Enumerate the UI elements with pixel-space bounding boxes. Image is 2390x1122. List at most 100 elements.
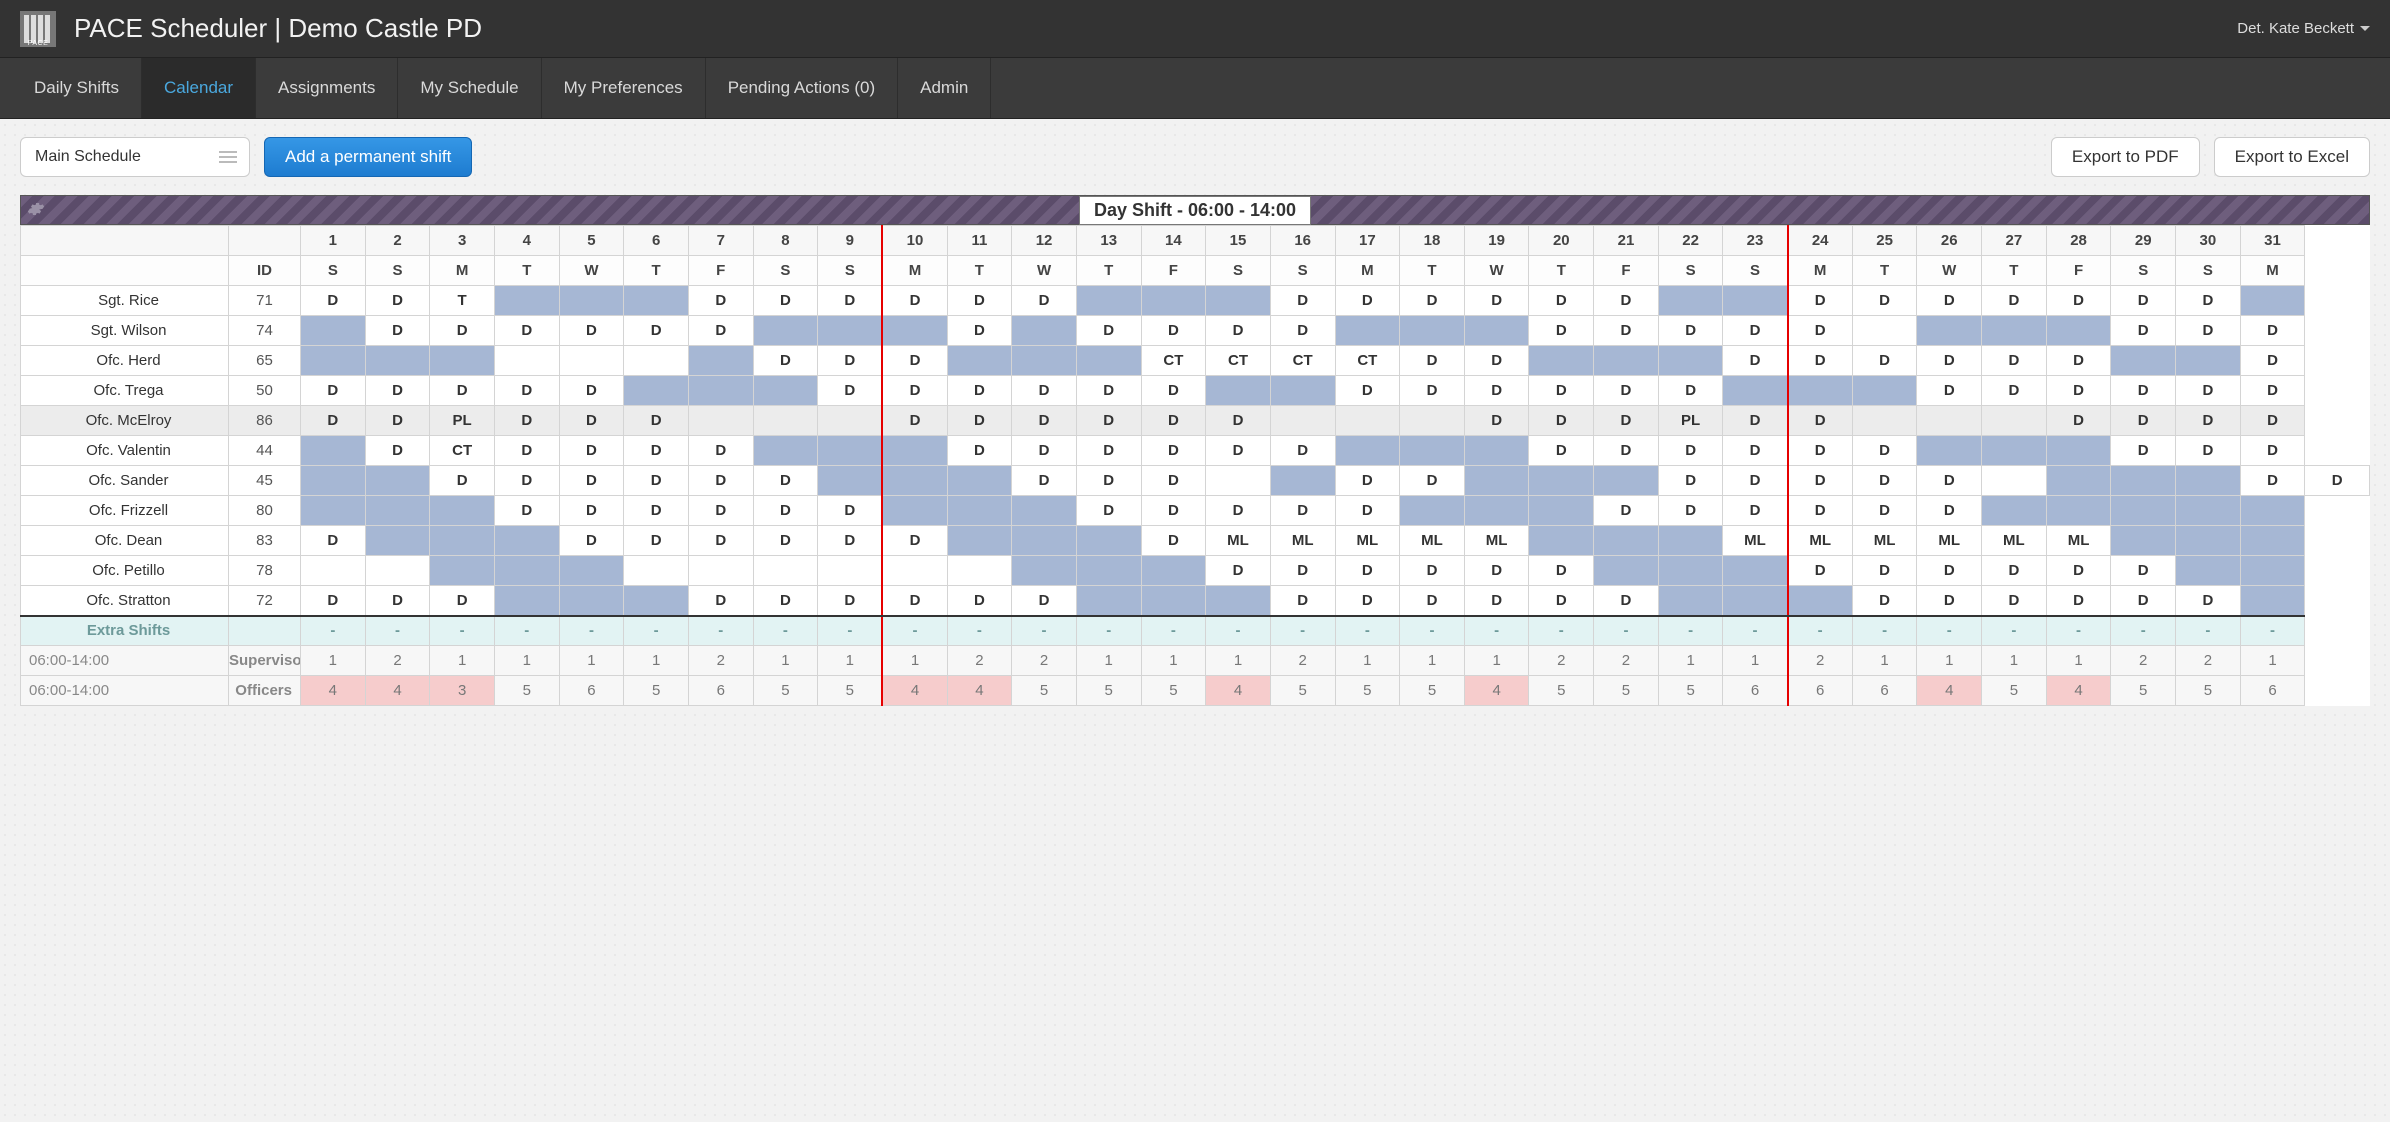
shift-cell[interactable]: D <box>1982 286 2047 316</box>
shift-cell[interactable]: D <box>1529 376 1594 406</box>
day-header[interactable]: 14 <box>1141 226 1206 256</box>
shift-cell[interactable]: D <box>1723 316 1788 346</box>
extra-cell[interactable]: - <box>882 616 947 646</box>
summary-cell[interactable]: 5 <box>1400 676 1465 706</box>
shift-cell-blank[interactable] <box>688 376 753 406</box>
summary-cell[interactable]: 2 <box>1270 646 1335 676</box>
shift-cell[interactable]: D <box>494 466 559 496</box>
shift-cell[interactable]: D <box>1270 496 1335 526</box>
summary-cell[interactable]: 1 <box>1141 646 1206 676</box>
shift-cell[interactable]: D <box>1982 346 2047 376</box>
export-pdf-button[interactable]: Export to PDF <box>2051 137 2200 177</box>
summary-cell[interactable]: 1 <box>1335 646 1400 676</box>
person-name[interactable]: Ofc. Stratton <box>21 586 229 616</box>
shift-cell[interactable]: D <box>1788 406 1853 436</box>
shift-cell[interactable]: D <box>1335 556 1400 586</box>
shift-cell[interactable]: D <box>818 526 883 556</box>
shift-cell[interactable]: D <box>1335 286 1400 316</box>
gear-icon[interactable] <box>27 200 47 220</box>
shift-cell[interactable]: D <box>1012 586 1077 616</box>
summary-cell[interactable]: 1 <box>882 646 947 676</box>
summary-cell[interactable]: 5 <box>1270 676 1335 706</box>
extra-cell[interactable]: - <box>1723 616 1788 646</box>
shift-cell[interactable]: D <box>1852 436 1917 466</box>
nav-item-pending-actions-0-[interactable]: Pending Actions (0) <box>706 58 898 118</box>
shift-cell[interactable]: D <box>1400 346 1465 376</box>
shift-cell-blank[interactable] <box>1658 556 1723 586</box>
summary-cell[interactable]: 2 <box>1012 646 1077 676</box>
shift-cell[interactable]: D <box>1723 496 1788 526</box>
shift-cell[interactable]: D <box>1012 436 1077 466</box>
shift-cell-blank[interactable] <box>430 346 495 376</box>
summary-cell[interactable]: 1 <box>1723 646 1788 676</box>
shift-cell[interactable]: D <box>1852 496 1917 526</box>
extra-cell[interactable]: - <box>1335 616 1400 646</box>
summary-cell[interactable]: 5 <box>1076 676 1141 706</box>
shift-cell[interactable]: D <box>1464 346 1529 376</box>
shift-cell-blank[interactable] <box>2240 556 2305 586</box>
person-name[interactable]: Ofc. Sander <box>21 466 229 496</box>
nav-item-calendar[interactable]: Calendar <box>142 58 256 118</box>
shift-cell-blank[interactable] <box>494 556 559 586</box>
shift-cell[interactable]: PL <box>430 406 495 436</box>
summary-cell[interactable]: 1 <box>1917 646 1982 676</box>
shift-cell-blank[interactable] <box>1270 466 1335 496</box>
shift-cell[interactable]: D <box>1076 376 1141 406</box>
shift-cell-blank[interactable] <box>2111 346 2176 376</box>
summary-cell[interactable]: 5 <box>624 676 689 706</box>
shift-cell[interactable]: D <box>1594 406 1659 436</box>
shift-cell-blank[interactable] <box>1723 586 1788 616</box>
shift-cell[interactable]: D <box>365 406 430 436</box>
summary-cell[interactable]: 1 <box>753 646 818 676</box>
shift-cell[interactable]: D <box>2046 556 2111 586</box>
shift-cell-blank[interactable] <box>1076 346 1141 376</box>
shift-cell-blank[interactable] <box>688 406 753 436</box>
shift-cell[interactable]: D <box>1723 466 1788 496</box>
shift-cell[interactable]: S <box>1982 466 2047 496</box>
shift-cell[interactable]: CT <box>1141 346 1206 376</box>
summary-cell[interactable]: 1 <box>1982 646 2047 676</box>
summary-cell[interactable]: 1 <box>624 646 689 676</box>
summary-cell[interactable]: 1 <box>2240 646 2305 676</box>
shift-cell[interactable]: D <box>1400 556 1465 586</box>
summary-cell[interactable]: 5 <box>1141 676 1206 706</box>
shift-cell-blank[interactable] <box>882 466 947 496</box>
shift-cell-blank[interactable] <box>1335 316 1400 346</box>
shift-cell[interactable]: D <box>753 286 818 316</box>
shift-cell[interactable]: D <box>559 466 624 496</box>
shift-cell-blank[interactable] <box>1400 436 1465 466</box>
shift-cell[interactable]: D <box>2111 586 2176 616</box>
shift-cell-blank[interactable] <box>365 466 430 496</box>
summary-cell[interactable]: 6 <box>1788 676 1853 706</box>
shift-cell-blank[interactable] <box>2046 436 2111 466</box>
shift-cell[interactable]: CT <box>1206 346 1271 376</box>
day-header[interactable]: 29 <box>2111 226 2176 256</box>
extra-cell[interactable]: - <box>559 616 624 646</box>
shift-cell[interactable]: D <box>947 436 1012 466</box>
shift-cell[interactable]: D <box>1529 406 1594 436</box>
shift-cell[interactable]: D <box>1076 436 1141 466</box>
shift-cell-blank[interactable] <box>1594 556 1659 586</box>
shift-cell[interactable]: S <box>1206 466 1271 496</box>
summary-cell[interactable]: 4 <box>882 676 947 706</box>
shift-cell-blank[interactable] <box>494 526 559 556</box>
extra-cell[interactable]: - <box>430 616 495 646</box>
summary-cell[interactable]: 2 <box>688 646 753 676</box>
shift-cell[interactable]: D <box>1788 286 1853 316</box>
shift-cell[interactable]: D <box>1852 286 1917 316</box>
shift-cell[interactable]: D <box>624 436 689 466</box>
shift-cell-blank[interactable] <box>753 406 818 436</box>
shift-cell[interactable]: D <box>2240 346 2305 376</box>
shift-cell-blank[interactable] <box>1788 376 1853 406</box>
shift-cell-blank[interactable] <box>818 406 883 436</box>
summary-cell[interactable]: 6 <box>1852 676 1917 706</box>
extra-cell[interactable]: - <box>1270 616 1335 646</box>
shift-cell[interactable]: ML <box>1852 526 1917 556</box>
extra-cell[interactable]: - <box>2046 616 2111 646</box>
summary-cell[interactable]: 1 <box>301 646 366 676</box>
shift-cell[interactable]: ML <box>1464 526 1529 556</box>
shift-cell[interactable]: D <box>2176 436 2241 466</box>
shift-cell[interactable]: SUS <box>365 556 430 586</box>
shift-cell-blank[interactable] <box>688 346 753 376</box>
extra-cell[interactable]: - <box>1982 616 2047 646</box>
